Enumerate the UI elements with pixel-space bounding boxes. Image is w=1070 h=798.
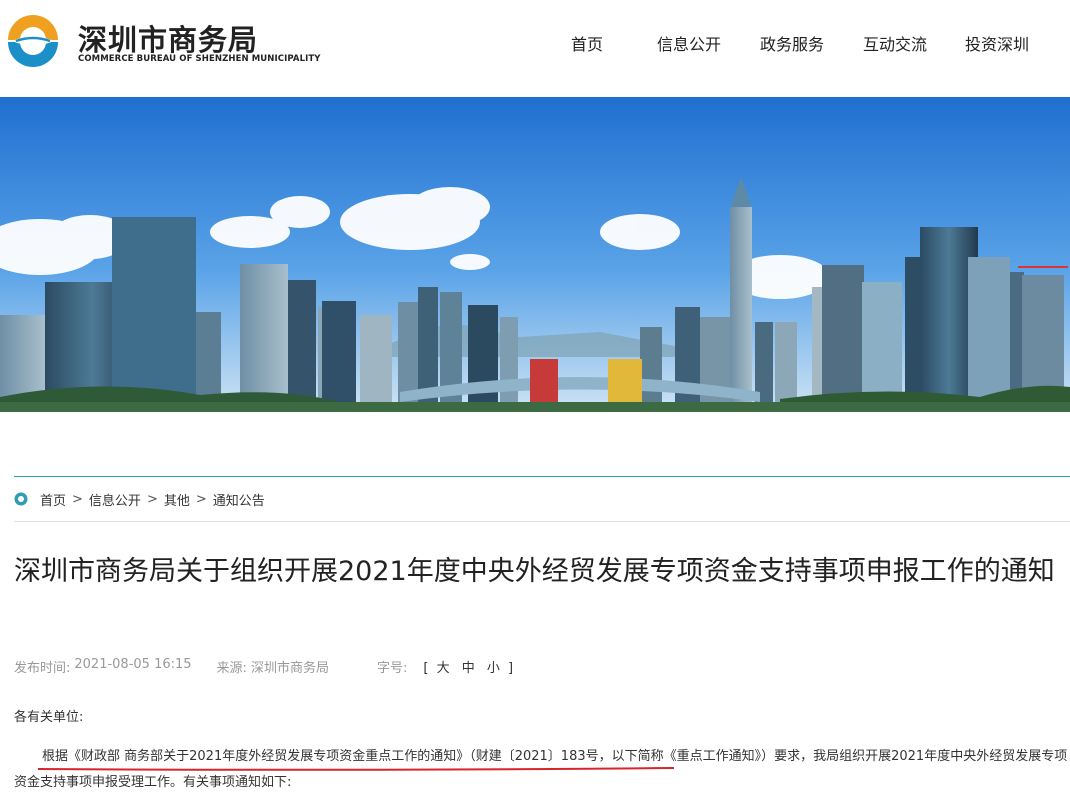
logo-chinese-name: 深圳市商务局 <box>78 23 259 57</box>
nav-item-gov-services[interactable]: 政务服务 <box>760 31 824 55</box>
article-meta: 发布时间: 2021-08-05 16:15 来源: 深圳市商务局 字号: [ … <box>14 657 513 676</box>
publish-time-value: 2021-08-05 16:15 <box>74 657 192 672</box>
source-label: 来源: <box>216 661 247 676</box>
nav-item-home[interactable]: 首页 <box>571 31 603 55</box>
font-size-small-button[interactable]: 小 <box>487 661 500 676</box>
nav-item-info-disclosure[interactable]: 信息公开 <box>657 31 721 55</box>
font-size-bracket-open: [ <box>423 661 429 676</box>
font-size-label: 字号: <box>376 661 408 676</box>
logo-english-name: COMMERCE BUREAU OF SHENZHEN MUNICIPALITY <box>78 54 321 64</box>
breadcrumb-notices[interactable]: 通知公告 <box>213 490 265 509</box>
breadcrumb-bottom-rule <box>14 521 1070 522</box>
highlight-underline-annotation <box>37 767 675 771</box>
city-skyline-banner <box>0 97 1070 412</box>
breadcrumb-top-rule <box>14 476 1070 477</box>
skyline-image <box>0 97 1070 412</box>
site-header: 深圳市商务局 COMMERCE BUREAU OF SHENZHEN MUNIC… <box>0 0 1070 97</box>
nav-item-interaction[interactable]: 互动交流 <box>863 31 927 55</box>
nav-item-invest-shenzhen[interactable]: 投资深圳 <box>965 31 1029 55</box>
breadcrumb-separator: > <box>195 491 207 507</box>
breadcrumb-separator: > <box>146 491 158 507</box>
font-size-control: [ 大 中 小 ] <box>423 657 513 676</box>
font-size-medium-button[interactable]: 中 <box>462 661 475 676</box>
breadcrumb-info-disclosure[interactable]: 信息公开 <box>89 490 141 509</box>
source-value: 深圳市商务局 <box>250 661 329 676</box>
publish-time-label: 发布时间: <box>14 661 71 676</box>
article-greeting: 各有关单位: <box>14 710 84 725</box>
breadcrumb-home[interactable]: 首页 <box>40 490 66 509</box>
bureau-logo-icon[interactable] <box>6 14 60 68</box>
breadcrumb-separator: > <box>72 491 83 507</box>
font-size-bracket-close: ] <box>508 661 514 676</box>
breadcrumb-other[interactable]: 其他 <box>164 490 190 509</box>
article-title: 深圳市商务局关于组织开展2021年度中央外经贸发展专项资金支持事项申报工作的通知 <box>14 556 1055 587</box>
breadcrumb: 首页 > 信息公开 > 其他 > 通知公告 <box>14 490 265 509</box>
location-icon <box>14 492 28 506</box>
font-size-large-button[interactable]: 大 <box>437 661 450 676</box>
